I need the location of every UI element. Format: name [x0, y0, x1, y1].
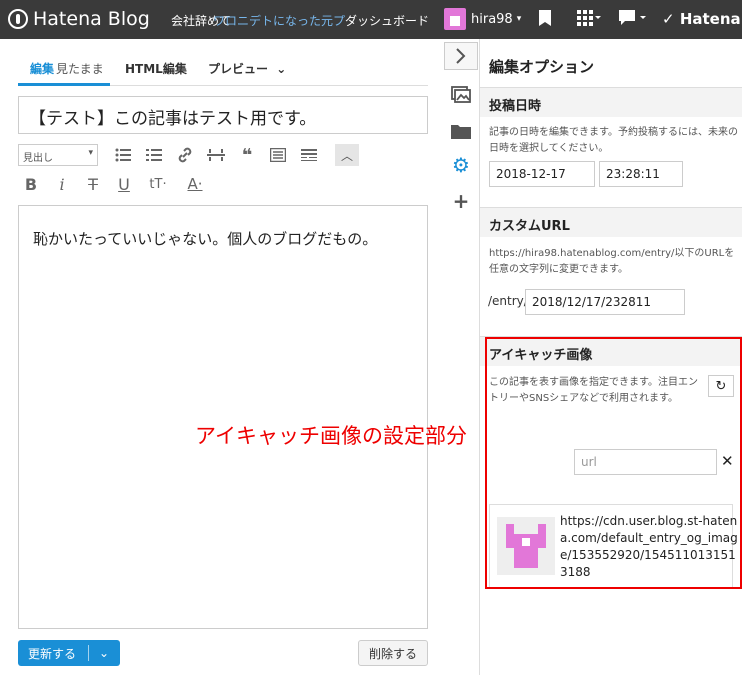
link-icon[interactable] [172, 144, 198, 166]
italic-icon[interactable]: i [49, 173, 75, 195]
tab-wysiwyg[interactable]: 編集 見たまま [30, 60, 104, 77]
chevron-down-icon: ▾ [516, 14, 522, 24]
tab-label: 編集 [30, 62, 55, 76]
collapse-panel-button[interactable] [444, 42, 478, 70]
chevron-right-icon [456, 48, 466, 64]
bold-icon[interactable]: B [18, 173, 44, 195]
user-menu[interactable]: hira98 ▾ [444, 8, 521, 30]
text-color-icon[interactable]: A· [179, 173, 211, 195]
tab-preview[interactable]: プレビュー ⌄ [208, 60, 286, 77]
format-select[interactable]: 見出し [18, 144, 98, 166]
delete-button[interactable]: 削除する [358, 640, 428, 666]
strikethrough-icon[interactable]: T [80, 173, 106, 195]
post-date-description: 記事の日時を編集できます。予約投稿するには、未来の日時を選択してください。 [489, 127, 738, 154]
post-time-field[interactable]: 23:28:11 [599, 161, 683, 187]
read-more-icon[interactable] [296, 144, 322, 166]
panel-title: 編集オプション [489, 58, 595, 76]
editor-body[interactable]: 恥かいたっていいじゃない。個人のブログだもの。 [18, 205, 428, 629]
dashboard-link[interactable]: ダッシュボード [345, 12, 429, 29]
folder-icon[interactable] [444, 117, 478, 145]
editor-toolbar-row-2: B i T U tT· A· [18, 172, 438, 196]
bookmark-icon[interactable] [538, 10, 552, 30]
notification-icon[interactable] [619, 10, 647, 30]
tab-html[interactable]: HTML編集 [125, 60, 187, 77]
logo-text: Hatena Blog [33, 8, 150, 30]
table-of-contents-icon[interactable] [265, 144, 291, 166]
chevron-up-icon: ︿ [340, 148, 353, 163]
chevron-down-icon[interactable]: ⌄ [89, 646, 119, 660]
eyecatch-highlight-box [485, 337, 742, 589]
top-bar: Hatena Blog 会社辞めて ワロニデトになった元プ ダッシュボード hi… [0, 0, 742, 39]
plus-icon[interactable]: + [444, 187, 478, 215]
entry-title-input[interactable]: 【テスト】この記事はテスト用です。 [18, 96, 428, 134]
custom-url-field[interactable]: 2018/12/17/232811 [525, 289, 685, 315]
bullet-list-icon[interactable] [110, 144, 136, 166]
hatena-logo-icon [8, 9, 28, 29]
custom-url-heading: カスタムURL [480, 207, 742, 237]
numbered-list-icon[interactable] [141, 144, 167, 166]
user-name: hira98 [471, 11, 513, 27]
update-button-label: 更新する [28, 646, 77, 661]
horizontal-rule-icon[interactable] [203, 144, 229, 166]
chevron-down-icon: ⌄ [276, 62, 287, 76]
custom-url-prefix: /entry/ [488, 294, 528, 308]
gear-icon[interactable]: ⚙ [444, 151, 478, 179]
grid-menu-icon[interactable] [577, 10, 601, 30]
hatena-blog-logo[interactable]: Hatena Blog [8, 6, 150, 32]
tab-sublabel: 見たまま [56, 62, 104, 76]
blockquote-icon[interactable]: ❝ [234, 144, 260, 166]
custom-url-description: https://hira98.hatenablog.com/entry/以下のU… [489, 248, 735, 275]
blog-title-overlay: ワロニデトになった元プ [213, 14, 346, 28]
underline-icon[interactable]: U [111, 173, 137, 195]
annotation-label: アイキャッチ画像の設定部分 [195, 424, 467, 448]
active-tab-indicator [18, 83, 110, 86]
hatena-brand-icon: ✓ [662, 10, 675, 28]
post-date-field[interactable]: 2018-12-17 [489, 161, 595, 187]
editor-toolbar-row-1: 見出し ❝ ︿ [18, 143, 438, 167]
font-size-icon[interactable]: tT· [142, 173, 174, 195]
hatena-brand[interactable]: ✓ Hatena [662, 10, 741, 28]
toolbar-collapse-button[interactable]: ︿ [335, 144, 359, 166]
tab-label: プレビュー [208, 62, 269, 76]
hatena-brand-text: Hatena [679, 10, 741, 28]
blog-title-link[interactable]: 会社辞めて ワロニデトになった元プ [171, 12, 361, 29]
photo-icon[interactable] [444, 81, 478, 109]
post-date-heading: 投稿日時 [480, 87, 742, 117]
avatar [444, 8, 466, 30]
side-icon-strip: ⚙ + [442, 39, 480, 675]
editor-tabs: 編集 見たまま HTML編集 プレビュー ⌄ [18, 54, 428, 86]
update-button[interactable]: 更新する ⌄ [18, 640, 120, 666]
